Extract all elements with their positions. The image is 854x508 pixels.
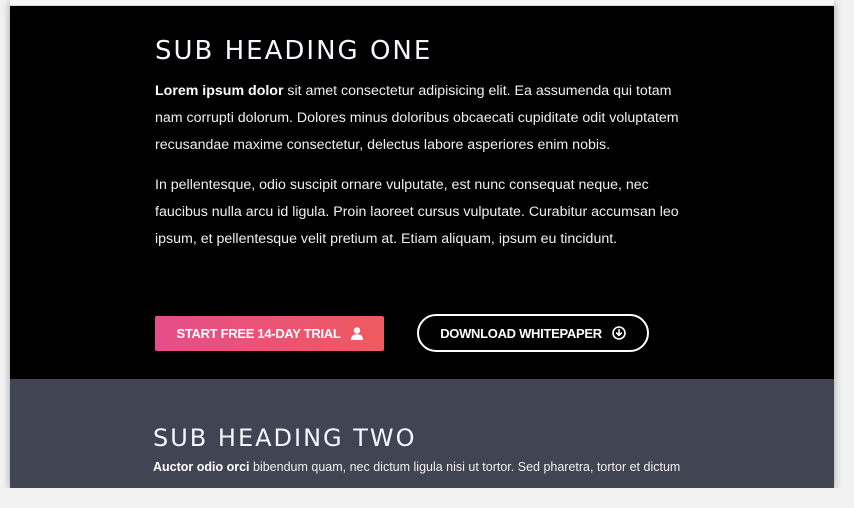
section-one-heading: SUB HEADING ONE <box>155 36 433 66</box>
start-trial-button[interactable]: START FREE 14-DAY TRIAL <box>155 316 384 351</box>
section-two-paragraph-1: Auctor odio orci bibendum quam, nec dict… <box>153 457 683 477</box>
section-one-paragraph-2: In pellentesque, odio suscipit ornare vu… <box>155 176 679 248</box>
browser-viewport: SUB HEADING ONE Lorem ipsum dolor sit am… <box>10 0 834 488</box>
section-two-paragraph-1-bold: Auctor odio orci <box>153 460 250 474</box>
page-bottom-margin <box>0 488 854 508</box>
section-one-content: SUB HEADING ONE Lorem ipsum dolor sit am… <box>155 34 685 253</box>
section-one-paragraph-1: Lorem ipsum dolor sit amet consectetur a… <box>155 78 685 160</box>
start-trial-label: START FREE 14-DAY TRIAL <box>176 326 341 341</box>
section-two: SUB HEADING TWO Auctor odio orci bibendu… <box>10 379 834 488</box>
download-whitepaper-button[interactable]: DOWNLOAD WHITEPAPER <box>417 314 649 352</box>
section-one: SUB HEADING ONE Lorem ipsum dolor sit am… <box>10 6 834 379</box>
user-icon <box>350 327 363 340</box>
download-whitepaper-label: DOWNLOAD WHITEPAPER <box>440 325 602 341</box>
section-two-content: SUB HEADING TWO Auctor odio orci bibendu… <box>153 423 683 477</box>
section-two-paragraph-1-text: bibendum quam, nec dictum ligula nisi ut… <box>249 460 681 474</box>
section-two-heading: SUB HEADING TWO <box>153 424 417 452</box>
section-one-paragraph-1-bold: Lorem ipsum dolor <box>155 83 284 99</box>
download-circle-icon <box>611 326 626 340</box>
